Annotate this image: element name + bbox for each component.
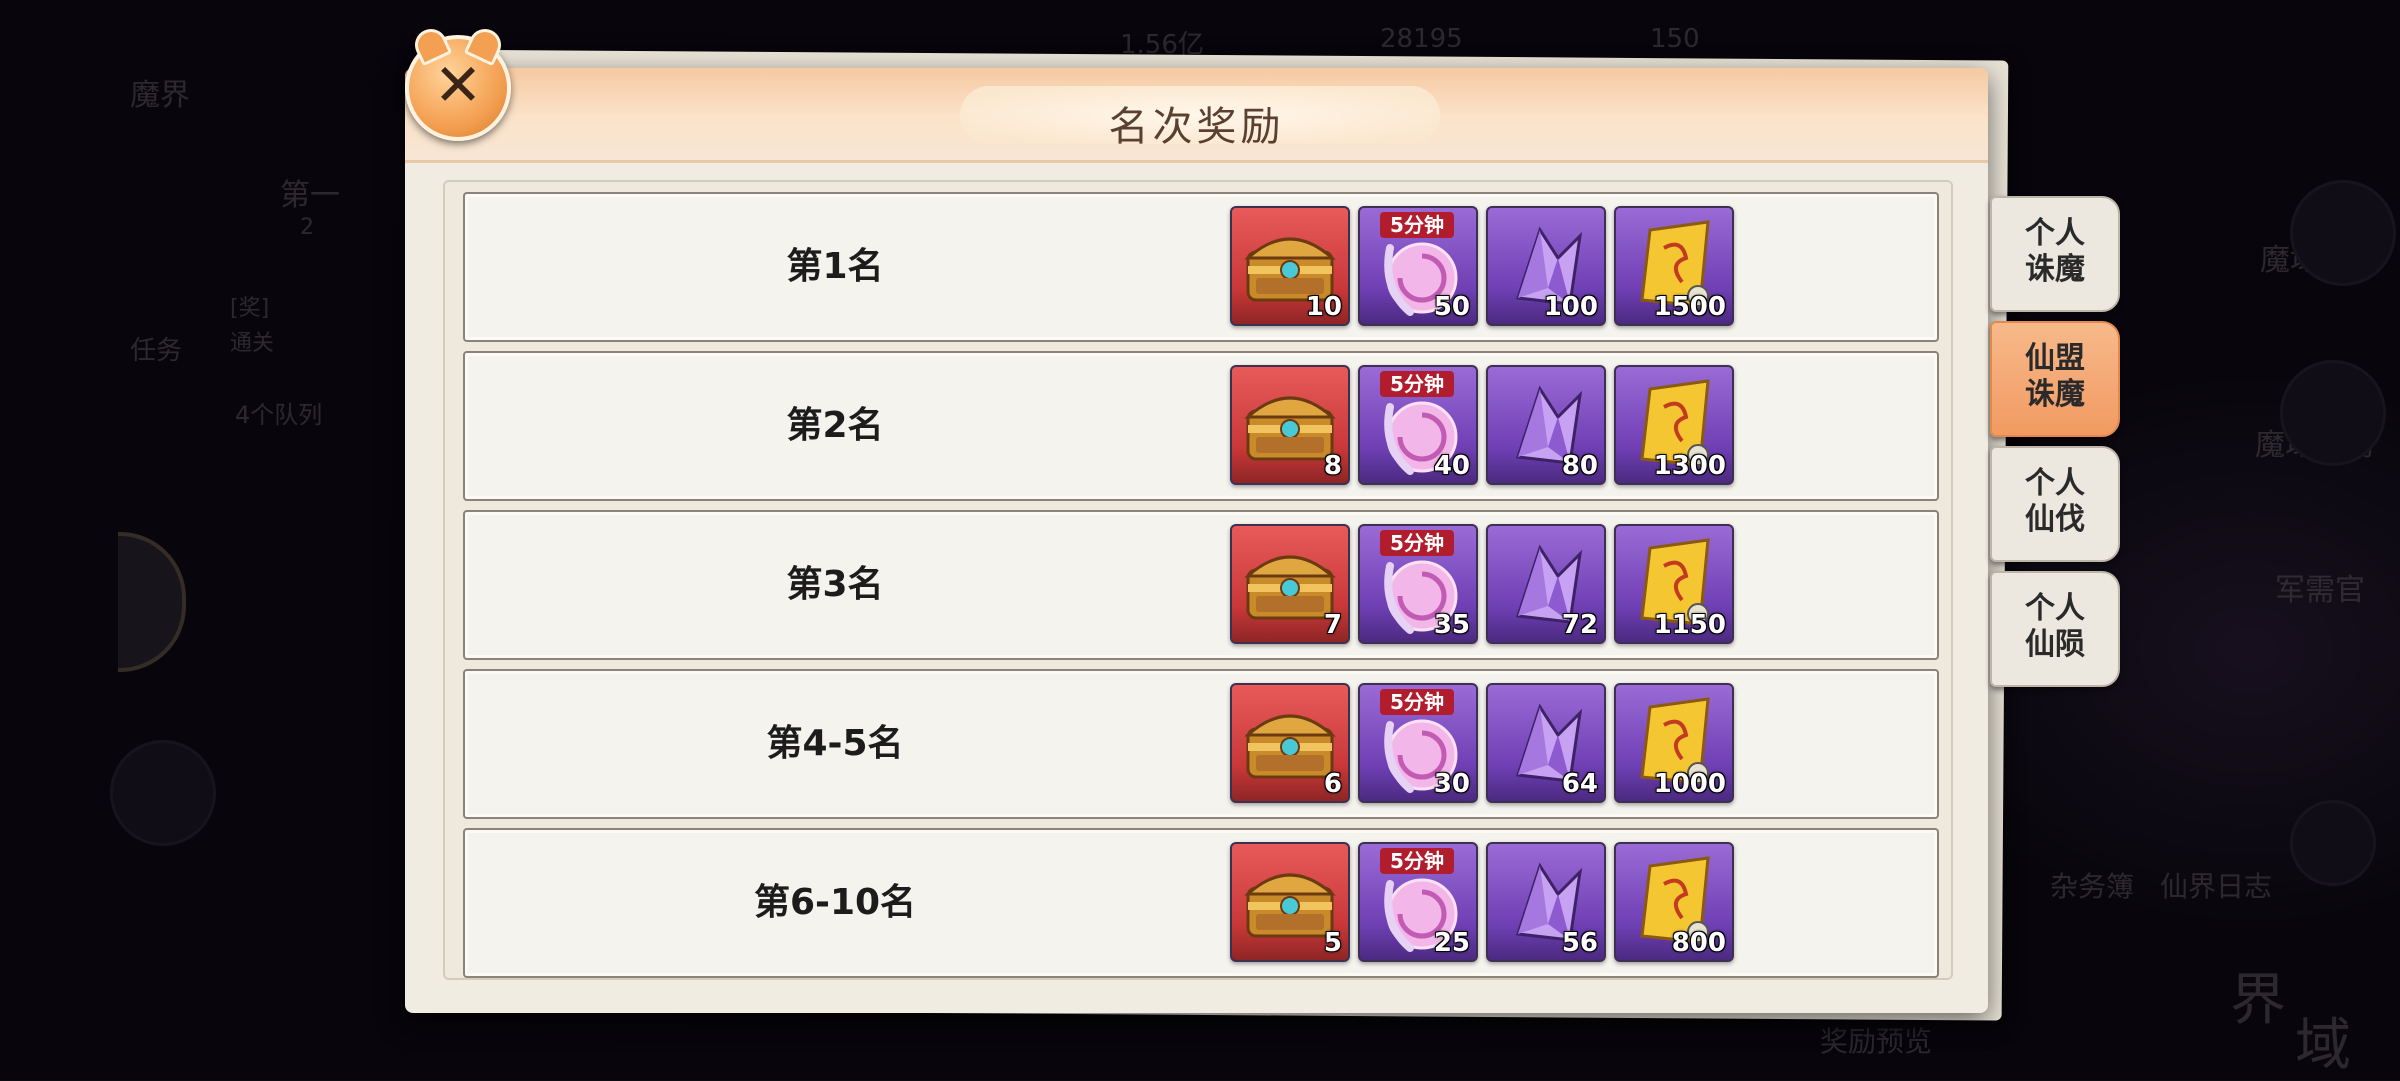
duration-tag: 5分钟 (1380, 689, 1454, 715)
item-count: 50 (1433, 292, 1470, 322)
reward-row: 第6-10名 5 5分钟 25 56 800 (463, 828, 1939, 978)
duration-tag: 5分钟 (1380, 848, 1454, 874)
tab-label-line1: 个人 (2025, 216, 2085, 251)
close-icon: ✕ (433, 51, 483, 119)
reward-row: 第3名 7 5分钟 35 72 1150 (463, 510, 1939, 660)
reward-item[interactable]: 56 (1486, 842, 1606, 962)
reward-item[interactable]: 5分钟 50 (1358, 206, 1478, 326)
duration-tag: 5分钟 (1380, 212, 1454, 238)
item-count: 10 (1305, 292, 1342, 322)
tab-0[interactable]: 个人 诛魔 (1990, 196, 2120, 312)
reward-item[interactable]: 1500 (1614, 206, 1734, 326)
duration-tag: 5分钟 (1380, 371, 1454, 397)
tab-3[interactable]: 个人 仙陨 (1990, 571, 2120, 687)
reward-row: 第2名 8 5分钟 40 80 1300 (463, 351, 1939, 501)
tab-label: 个人 仙伐 (1992, 466, 2118, 538)
item-count: 800 (1671, 928, 1726, 958)
close-button[interactable]: ✕ (405, 23, 511, 141)
tab-label-line2: 仙陨 (2025, 627, 2085, 662)
rank-label: 第3名 (786, 564, 884, 605)
item-count: 30 (1433, 769, 1470, 799)
reward-item[interactable]: 5 (1230, 842, 1350, 962)
item-count: 100 (1543, 292, 1598, 322)
reward-item[interactable]: 5分钟 30 (1358, 683, 1478, 803)
tab-label: 仙盟 诛魔 (1992, 341, 2118, 413)
reward-item[interactable]: 6 (1230, 683, 1350, 803)
tab-label-line1: 个人 (2025, 591, 2085, 626)
rank-label: 第1名 (786, 246, 884, 287)
item-count: 1300 (1653, 451, 1726, 481)
tab-label-line1: 个人 (2025, 466, 2085, 501)
reward-item[interactable]: 5分钟 25 (1358, 842, 1478, 962)
item-count: 56 (1561, 928, 1598, 958)
rank-label: 第4-5名 (766, 723, 904, 764)
item-count: 1500 (1653, 292, 1726, 322)
item-count: 1000 (1653, 769, 1726, 799)
reward-item[interactable]: 800 (1614, 842, 1734, 962)
reward-item[interactable]: 10 (1230, 206, 1350, 326)
item-count: 64 (1561, 769, 1598, 799)
reward-item[interactable]: 100 (1486, 206, 1606, 326)
rank-label: 第2名 (786, 405, 884, 446)
item-count: 1150 (1653, 610, 1726, 640)
tab-1[interactable]: 仙盟 诛魔 (1990, 321, 2120, 437)
item-count: 25 (1433, 928, 1470, 958)
tab-label: 个人 诛魔 (1992, 216, 2118, 288)
rank-label: 第6-10名 (753, 882, 917, 923)
reward-item[interactable]: 72 (1486, 524, 1606, 644)
tab-label-line2: 诛魔 (2025, 252, 2085, 287)
reward-row: 第1名 10 5分钟 50 100 1500 (463, 192, 1939, 342)
tab-label: 个人 仙陨 (1992, 591, 2118, 663)
panel-header: 名次奖励 (405, 68, 1988, 163)
tab-label-line1: 仙盟 (2025, 341, 2085, 376)
item-count: 5 (1323, 928, 1342, 958)
item-count: 6 (1323, 769, 1342, 799)
tab-label-line2: 仙伐 (2025, 502, 2085, 537)
reward-item[interactable]: 80 (1486, 365, 1606, 485)
item-count: 7 (1323, 610, 1342, 640)
item-count: 40 (1433, 451, 1470, 481)
item-count: 35 (1433, 610, 1470, 640)
reward-item[interactable]: 5分钟 40 (1358, 365, 1478, 485)
reward-row: 第4-5名 6 5分钟 30 64 1000 (463, 669, 1939, 819)
reward-item[interactable]: 1150 (1614, 524, 1734, 644)
item-count: 80 (1561, 451, 1598, 481)
reward-item[interactable]: 1000 (1614, 683, 1734, 803)
reward-item[interactable]: 5分钟 35 (1358, 524, 1478, 644)
tab-label-line2: 诛魔 (2025, 377, 2085, 412)
tab-2[interactable]: 个人 仙伐 (1990, 446, 2120, 562)
item-count: 8 (1323, 451, 1342, 481)
panel-title: 名次奖励 (1108, 104, 1285, 150)
reward-item[interactable]: 8 (1230, 365, 1350, 485)
duration-tag: 5分钟 (1380, 530, 1454, 556)
reward-item[interactable]: 1300 (1614, 365, 1734, 485)
reward-item[interactable]: 7 (1230, 524, 1350, 644)
item-count: 72 (1561, 610, 1598, 640)
reward-item[interactable]: 64 (1486, 683, 1606, 803)
